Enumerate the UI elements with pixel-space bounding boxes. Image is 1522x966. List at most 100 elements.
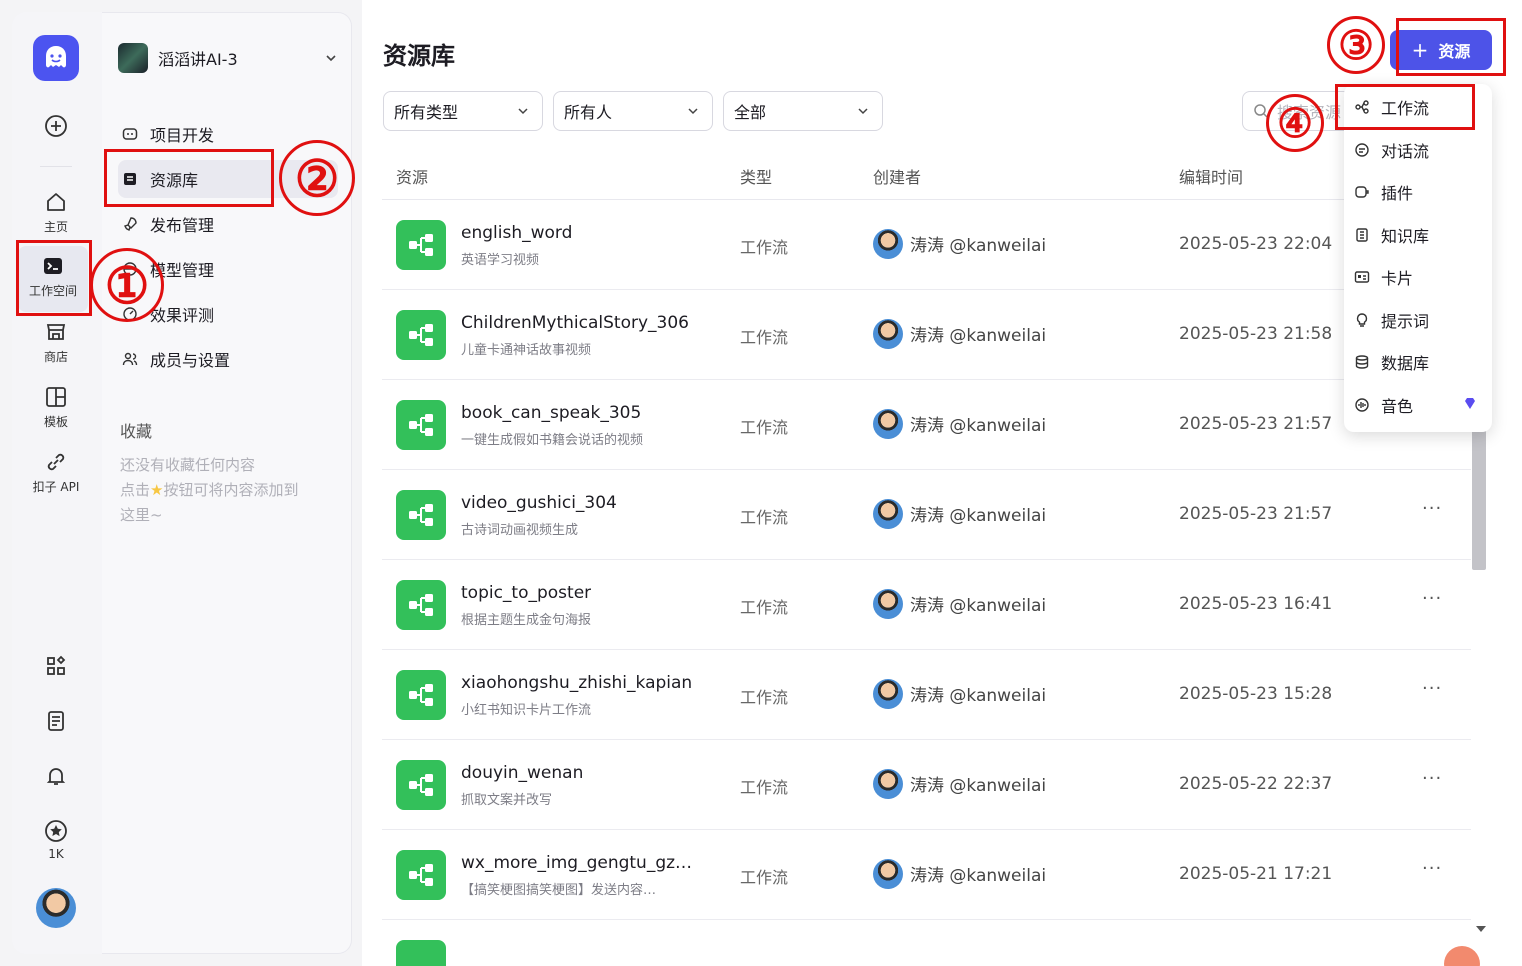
menu-item-chatflow[interactable]: 对话流 (1344, 129, 1492, 171)
notification-button[interactable] (12, 764, 100, 788)
resource-type-icon (396, 760, 446, 810)
creator-avatar (873, 859, 903, 889)
annotation-number-2: ② (279, 140, 355, 216)
resource-name[interactable]: video_gushici_304 (461, 493, 617, 513)
user-avatar[interactable] (36, 888, 76, 928)
workflow-icon (409, 684, 433, 706)
annotation-number-4: ④ (1266, 94, 1324, 152)
star-count: 1K (48, 847, 64, 861)
resource-name[interactable]: book_can_speak_305 (461, 403, 641, 423)
space-avatar (118, 43, 148, 73)
creator-avatar (873, 499, 903, 529)
scroll-down-arrow[interactable] (1476, 926, 1486, 932)
edit-time: 2025-05-23 21:57 (1179, 504, 1333, 524)
menu-item-prompt[interactable]: 提示词 (1344, 299, 1492, 341)
menu-item-plugin[interactable]: 插件 (1344, 171, 1492, 213)
docs-button[interactable] (12, 709, 100, 733)
coze-logo[interactable] (33, 35, 79, 81)
column-header-edit-time: 编辑时间 (1179, 168, 1244, 187)
chevron-down-icon (326, 55, 336, 62)
type-filter[interactable]: 所有类型 (383, 91, 543, 131)
edit-time: 2025-05-23 21:57 (1179, 414, 1333, 434)
more-actions-button[interactable]: ··· (1422, 498, 1442, 519)
edit-time: 2025-05-23 16:41 (1179, 594, 1333, 614)
rail-item-template[interactable]: 模板 (12, 385, 100, 430)
space-selector[interactable]: 滔滔讲AI-3 (118, 41, 338, 75)
table-row[interactable]: topic_to_poster 根据主题生成金句海报 工作流 涛涛 @kanweila… (382, 560, 1471, 650)
page-title: 资源库 (383, 42, 455, 70)
menu-item-card[interactable]: 卡片 (1344, 256, 1492, 298)
apps-grid-icon (47, 655, 66, 675)
workflow-icon (409, 504, 433, 526)
column-header-resource: 资源 (396, 168, 429, 187)
star-circle-icon (45, 820, 67, 842)
status-filter[interactable]: 全部 (723, 91, 883, 131)
table-row[interactable]: xiaohongshu_zhishi_kapian 小红书知识卡片工作流 工作流 涛涛… (382, 650, 1471, 740)
more-actions-button[interactable]: ··· (1422, 768, 1442, 789)
chevron-down-icon (518, 108, 528, 115)
star-icon: ★ (150, 481, 164, 499)
nav-item-members[interactable]: 成员与设置 (118, 340, 338, 378)
template-icon (46, 387, 66, 407)
scrollbar-thumb[interactable] (1472, 430, 1486, 570)
premium-gem-icon (1465, 398, 1475, 409)
annotation-box-2 (104, 149, 274, 207)
rail-label: 扣子 API (32, 480, 80, 494)
chat-icon (1355, 143, 1369, 157)
star-button[interactable]: 1K (12, 819, 100, 861)
resource-type-icon (396, 220, 446, 270)
chevron-down-icon (688, 108, 698, 115)
resource-type: 工作流 (740, 238, 789, 257)
column-header-creator: 创建者 (873, 168, 922, 187)
nav-label: 项目开发 (150, 126, 215, 145)
home-icon (47, 193, 65, 211)
table-row[interactable]: ChildrenMythicalStory_306 儿童卡通神话故事视频 工作流 涛涛… (382, 290, 1471, 380)
menu-item-voice[interactable]: 音色 (1344, 384, 1492, 426)
table-row[interactable]: wx_more_img_gengtu_gz… 【搞笑梗图搞笑梗图】发送内容… 工作流… (382, 830, 1471, 920)
rail-item-store[interactable]: 商店 (12, 320, 100, 365)
resource-name[interactable]: wx_more_img_gengtu_gz… (461, 853, 692, 873)
chevron-down-icon (858, 108, 868, 115)
creator-name: 涛涛 @kanweilai (910, 776, 1047, 796)
table-row[interactable]: english_word 英语学习视频 工作流 涛涛 @kanweilai 2025-0… (382, 200, 1471, 290)
apps-button[interactable] (12, 654, 100, 678)
resource-description: 古诗词动画视频生成 (461, 523, 579, 538)
resource-name[interactable]: english_word (461, 223, 572, 243)
resource-name[interactable]: douyin_wenan (461, 763, 583, 783)
annotation-number-1: ① (90, 248, 164, 322)
resource-name[interactable]: topic_to_poster (461, 583, 591, 603)
annotation-number-3: ③ (1327, 16, 1385, 74)
more-actions-button[interactable]: ··· (1422, 588, 1442, 609)
table-row[interactable]: book_can_speak_305 一键生成假如书籍会说话的视频 工作流 涛涛 @k… (382, 380, 1471, 470)
create-button[interactable] (12, 114, 100, 138)
more-actions-button[interactable]: ··· (1422, 678, 1442, 699)
owner-filter[interactable]: 所有人 (553, 91, 713, 131)
link-icon (47, 453, 65, 471)
rail-item-api[interactable]: 扣子 API (12, 450, 100, 495)
rail-label: 主页 (43, 220, 68, 234)
workflow-icon (409, 774, 433, 796)
resource-type-icon (396, 850, 446, 900)
resource-name[interactable]: ChildrenMythicalStory_306 (461, 313, 689, 333)
resource-type: 工作流 (740, 868, 789, 887)
rail-item-home[interactable]: 主页 (12, 190, 100, 235)
resource-type-icon (396, 400, 446, 450)
creator-avatar (873, 589, 903, 619)
bot-icon (122, 128, 138, 140)
card-icon (1354, 271, 1370, 283)
resource-name[interactable]: xiaohongshu_zhishi_kapian (461, 673, 692, 693)
creator-avatar (873, 679, 903, 709)
workflow-icon (409, 864, 433, 886)
table-row[interactable]: video_gushici_304 古诗词动画视频生成 工作流 涛涛 @kanweil… (382, 470, 1471, 560)
resource-description: 小红书知识卡片工作流 (461, 703, 592, 718)
menu-item-database[interactable]: 数据库 (1344, 341, 1492, 383)
creator-name: 涛涛 @kanweilai (910, 596, 1047, 616)
table-row[interactable]: douyin_wenan 抓取文案并改写 工作流 涛涛 @kanweilai 2025-… (382, 740, 1471, 830)
menu-item-knowledge[interactable]: 知识库 (1344, 214, 1492, 256)
creator-avatar (873, 409, 903, 439)
knowledge-icon (1356, 228, 1368, 242)
rail-label: 商店 (43, 350, 68, 364)
nav-label: 效果评测 (150, 306, 215, 325)
creator-name: 涛涛 @kanweilai (910, 686, 1047, 706)
more-actions-button[interactable]: ··· (1422, 858, 1442, 879)
